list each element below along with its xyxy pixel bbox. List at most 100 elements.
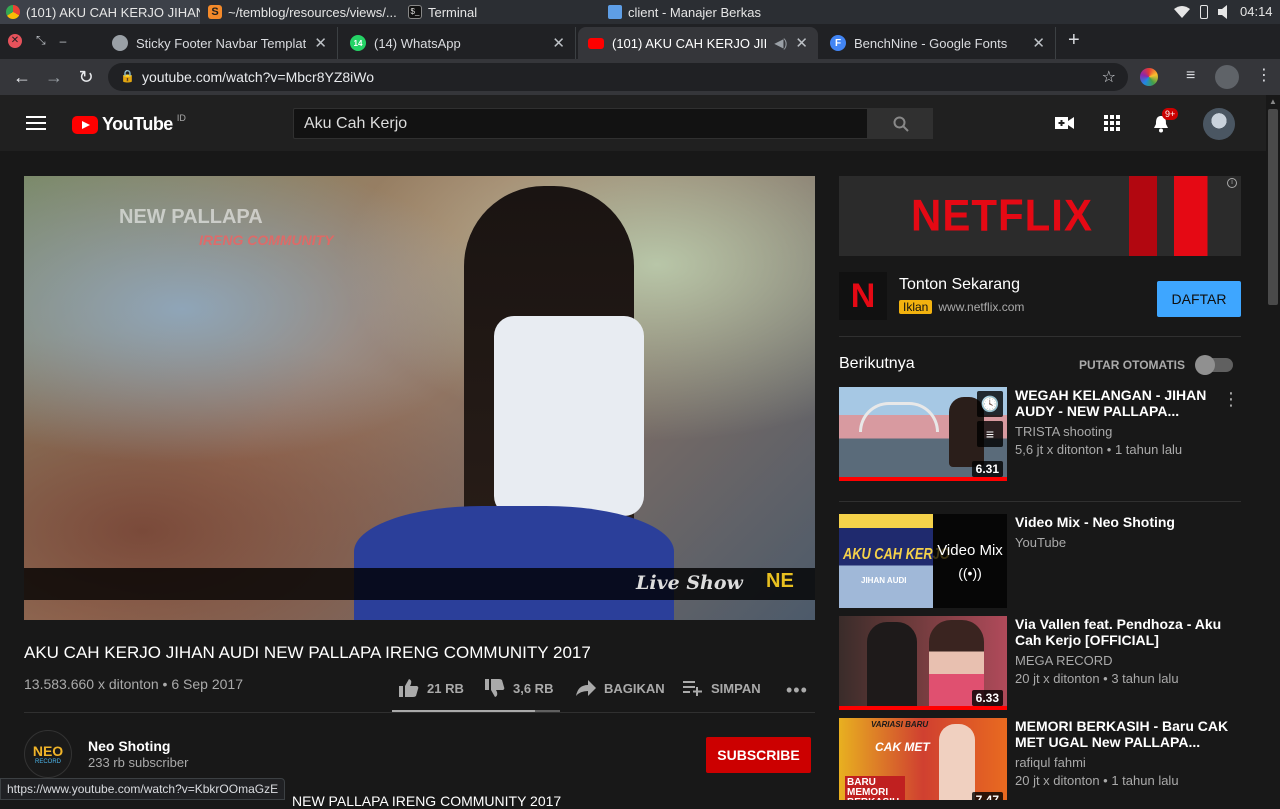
netflix-logo-icon: N	[839, 272, 887, 320]
watch-progress	[839, 477, 1007, 481]
taskbar-item-terminal[interactable]: $_ Terminal	[404, 0, 594, 24]
more-options-icon[interactable]: ⋮	[1222, 389, 1240, 410]
page-scrollbar[interactable]: ▲	[1266, 95, 1280, 800]
forward-icon[interactable]: →	[42, 65, 66, 89]
taskbar-label: Terminal	[428, 4, 478, 20]
thumbs-up-icon	[399, 679, 419, 697]
bookmark-star-icon[interactable]: ☆	[1102, 67, 1116, 87]
extension-icon[interactable]	[1140, 68, 1158, 86]
dislike-button[interactable]: 3,6 RB	[485, 678, 553, 698]
add-to-queue-icon[interactable]: ≡	[977, 421, 1003, 447]
sublime-icon: S	[208, 5, 222, 19]
chrome-icon	[6, 5, 20, 19]
ad-domain: www.netflix.com	[938, 300, 1025, 314]
tab-close-icon[interactable]: ✕	[795, 34, 808, 52]
more-actions-icon[interactable]: •••	[786, 680, 808, 701]
share-icon	[576, 680, 596, 696]
thumbs-down-icon	[485, 679, 505, 697]
browser-tab-strip: ✕ ⤡ – Sticky Footer Navbar Template ✕ 14…	[0, 24, 1280, 59]
region-code: ID	[176, 112, 186, 123]
reload-icon[interactable]: ↻	[74, 65, 98, 89]
whatsapp-icon: 14	[350, 35, 366, 51]
netflix-n-graphic	[1129, 176, 1241, 256]
video-meta: 13.583.660 x ditonton • 6 Sep 2017	[24, 676, 243, 692]
divider	[839, 336, 1241, 337]
video-duration: 7.47	[971, 792, 1003, 800]
mix-overlay: Video Mix ((•))	[933, 514, 1007, 608]
scrollbar-thumb[interactable]	[1268, 109, 1278, 305]
youtube-icon	[588, 37, 604, 49]
like-button[interactable]: 21 RB	[399, 678, 464, 698]
video-thumbnail[interactable]: 🕓 ≡ 6.31	[839, 387, 1007, 481]
video-player[interactable]: NEW PALLAPA IRENG COMMUNITY Live Show NE	[24, 176, 815, 620]
watch-progress	[839, 706, 1007, 710]
audio-playing-icon[interactable]: ◀)	[774, 36, 787, 50]
tab-youtube[interactable]: (101) AKU CAH KERJO JIHAN ◀) ✕	[578, 27, 818, 59]
up-next-channel: MEGA RECORD	[1015, 653, 1113, 668]
up-next-meta: 20 jt x ditonton • 3 tahun lalu	[1015, 671, 1179, 686]
taskbar-item-editor[interactable]: S ~/temblog/resources/views/...	[204, 0, 400, 24]
up-next-title[interactable]: Video Mix - Neo Shoting	[1015, 514, 1230, 530]
watch-later-icon[interactable]: 🕓	[977, 391, 1003, 417]
browser-menu-icon[interactable]: ⋮	[1256, 65, 1272, 85]
apps-grid-icon[interactable]	[1104, 115, 1120, 131]
address-bar[interactable]: 🔒 youtube.com/watch?v=Mbcr8YZ8iWo ☆	[108, 63, 1128, 91]
taskbar-item-chrome[interactable]: (101) AKU CAH KERJO JIHAN ...	[0, 0, 200, 24]
share-button[interactable]: BAGIKAN	[576, 678, 665, 698]
channel-avatar[interactable]: NEO RECORD	[24, 730, 72, 778]
video-watermark-brand: NEW PALLAPA	[119, 206, 263, 228]
channel-name[interactable]: Neo Shoting	[88, 738, 170, 754]
search-input[interactable]: Aku Cah Kerjo	[293, 108, 868, 139]
close-window-icon[interactable]: ✕	[8, 33, 22, 48]
google-fonts-icon: F	[830, 35, 846, 51]
tab-title: Sticky Footer Navbar Template	[136, 35, 307, 51]
system-taskbar: (101) AKU CAH KERJO JIHAN ... S ~/temblo…	[0, 0, 1280, 24]
lock-icon: 🔒	[120, 69, 135, 83]
video-thumbnail[interactable]: AKU CAH KERJO JIHAN AUDI Video Mix ((•))	[839, 514, 1007, 608]
minimize-window-icon[interactable]: –	[60, 34, 67, 48]
media-controls-icon[interactable]: ≡	[1186, 67, 1195, 85]
ad-signup-button[interactable]: DAFTAR	[1157, 281, 1241, 317]
link-status-bar: https://www.youtube.com/watch?v=KbkrOOma…	[0, 778, 286, 800]
autoplay-toggle[interactable]	[1195, 355, 1233, 375]
ad-info-icon[interactable]: i	[1227, 178, 1237, 188]
tab-close-icon[interactable]: ✕	[552, 34, 565, 52]
search-input-value: Aku Cah Kerjo	[304, 114, 408, 132]
subscribe-button[interactable]: SUBSCRIBE	[706, 737, 811, 773]
up-next-title[interactable]: Via Vallen feat. Pendhoza - Aku Cah Kerj…	[1015, 616, 1230, 648]
upload-date: 6 Sep 2017	[171, 676, 243, 692]
up-next-title[interactable]: MEMORI BERKASIH - Baru CAK MET UGAL New …	[1015, 718, 1230, 750]
back-icon[interactable]: ←	[10, 65, 34, 89]
tab-close-icon[interactable]: ✕	[314, 34, 327, 52]
dislike-count: 3,6 RB	[513, 680, 554, 696]
thumbnail-figure	[939, 724, 975, 800]
youtube-logo[interactable]: YouTube ID	[72, 112, 186, 135]
up-next-title[interactable]: WEGAH KELANGAN - JIHAN AUDY - NEW PALLAP…	[1015, 387, 1210, 419]
restore-window-icon[interactable]: ⤡	[36, 33, 46, 48]
video-thumbnail[interactable]: VARIASI BARU CAK MET BARU MEMORI BERKASI…	[839, 718, 1007, 800]
ad-banner[interactable]: NETFLIX i	[839, 176, 1241, 256]
profile-avatar[interactable]	[1215, 65, 1239, 89]
youtube-header: YouTube ID Aku Cah Kerjo 9+	[0, 95, 1266, 151]
tab-google-fonts[interactable]: F BenchNine - Google Fonts ✕	[820, 27, 1056, 59]
save-button[interactable]: SIMPAN	[683, 678, 761, 698]
tab-title: (14) WhatsApp	[374, 35, 461, 51]
performer-skirt	[354, 506, 674, 620]
scroll-up-arrow-icon[interactable]: ▲	[1269, 97, 1277, 106]
tab-whatsapp[interactable]: 14 (14) WhatsApp ✕	[340, 27, 576, 59]
new-tab-icon[interactable]: +	[1068, 29, 1080, 52]
hamburger-menu-icon[interactable]	[26, 116, 46, 130]
video-thumbnail[interactable]: 6.33	[839, 616, 1007, 710]
youtube-logo-text: YouTube	[102, 114, 173, 134]
channel-watermark-logo: NE	[766, 570, 794, 592]
user-avatar[interactable]	[1203, 108, 1235, 140]
create-video-icon[interactable]	[1055, 115, 1075, 131]
tab-sticky-footer[interactable]: Sticky Footer Navbar Template ✕	[102, 27, 338, 59]
taskbar-item-files[interactable]: client - Manajer Berkas	[604, 0, 904, 24]
tab-close-icon[interactable]: ✕	[1032, 34, 1045, 52]
mix-thumbnail-art: AKU CAH KERJO JIHAN AUDI	[839, 514, 950, 608]
search-button[interactable]	[868, 108, 933, 139]
channel-avatar-sub: RECORD	[34, 759, 61, 765]
taskbar-label: client - Manajer Berkas	[628, 4, 761, 20]
ad-title[interactable]: Tonton Sekarang	[899, 276, 1020, 294]
